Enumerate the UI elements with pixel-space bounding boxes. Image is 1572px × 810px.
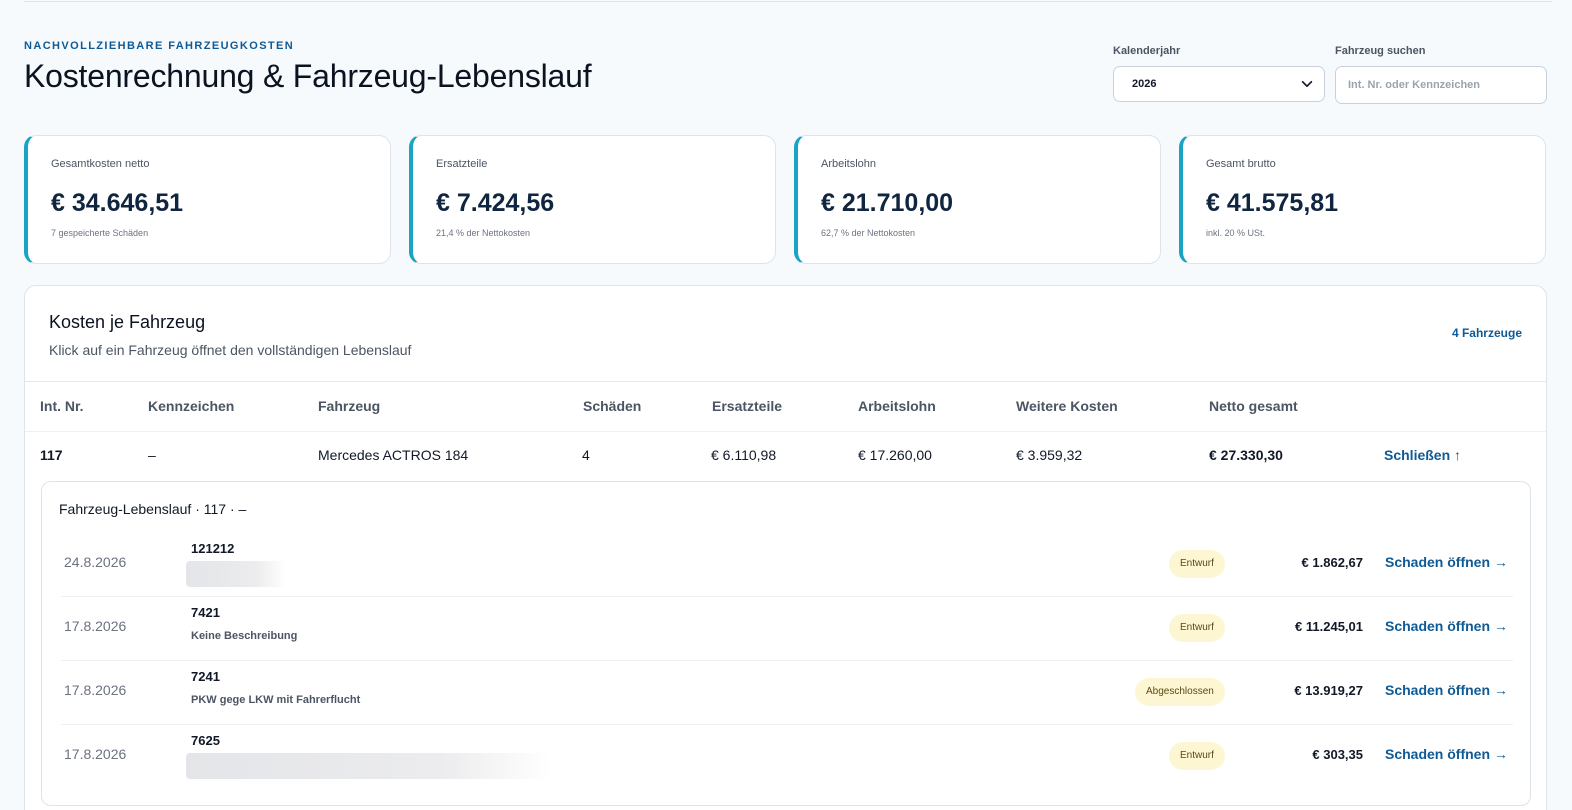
stat-card-parts: Ersatzteile € 7.424,56 21,4 % der Nettok… [409, 135, 776, 264]
entry-amount: € 303,35 [1312, 747, 1363, 762]
year-filter-label: Kalenderjahr [1113, 45, 1181, 57]
entry-date: 17.8.2026 [64, 682, 127, 698]
stat-label: Gesamt brutto [1206, 158, 1276, 170]
stat-card-gross-total: Gesamt brutto € 41.575,81 inkl. 20 % USt… [1179, 135, 1546, 264]
stat-label: Gesamtkosten netto [51, 158, 150, 170]
cell-ersatzteile: € 6.110,98 [711, 447, 777, 463]
panel-subtitle: Klick auf ein Fahrzeug öffnet den vollst… [49, 342, 412, 358]
stat-card-net-total: Gesamtkosten netto € 34.646,51 7 gespeic… [24, 135, 391, 264]
entry-amount: € 11.245,01 [1295, 619, 1363, 634]
stat-value: € 7.424,56 [436, 189, 555, 217]
page-title: Kostenrechnung & Fahrzeug-Lebenslauf [24, 58, 592, 94]
row-divider [25, 431, 1546, 432]
status-badge: Entwurf [1169, 742, 1225, 770]
close-lifecycle-button[interactable]: Schließen ↑ [1384, 447, 1461, 463]
column-header-weitere-kosten: Weitere Kosten [1016, 398, 1118, 414]
entry-date: 17.8.2026 [64, 618, 127, 634]
status-badge: Abgeschlossen [1135, 678, 1225, 706]
lifecycle-entry: 17.8.2026 7625 Entwurf € 303,35 Schaden … [61, 725, 1513, 789]
stat-label: Arbeitslohn [821, 158, 877, 170]
vehicle-count-badge: 4 Fahrzeuge [1451, 326, 1522, 340]
vehicle-search-label: Fahrzeug suchen [1335, 45, 1426, 57]
cell-int-nr: 117 [40, 447, 63, 463]
entry-description: PKW gege LKW mit Fahrerflucht [191, 694, 361, 706]
vehicle-search-filter: Fahrzeug suchen [1335, 45, 1547, 104]
stat-card-labor: Arbeitslohn € 21.710,00 62,7 % der Netto… [794, 135, 1161, 264]
lifecycle-title: Fahrzeug-Lebenslauf · 117 · – [59, 501, 247, 517]
column-header-int-nr: Int. Nr. [40, 398, 84, 414]
entry-date: 17.8.2026 [64, 746, 127, 762]
lifecycle-entry: 17.8.2026 7421 Keine Beschreibung Entwur… [61, 597, 1513, 661]
entry-number: 7241 [191, 669, 220, 684]
panel-title: Kosten je Fahrzeug [49, 312, 206, 332]
column-header-ersatzteile: Ersatzteile [712, 398, 783, 414]
stat-value: € 21.710,00 [821, 189, 954, 217]
table-header-divider [25, 381, 1546, 382]
stat-label: Ersatzteile [436, 158, 488, 170]
column-header-fahrzeug: Fahrzeug [318, 398, 381, 414]
year-filter: Kalenderjahr 2026 [1113, 45, 1325, 102]
stat-value: € 41.575,81 [1206, 189, 1339, 217]
entry-amount: € 1.862,67 [1301, 555, 1363, 570]
entry-date: 24.8.2026 [64, 554, 127, 570]
cell-kennzeichen: – [148, 447, 156, 463]
vehicle-search-input[interactable] [1335, 66, 1547, 104]
cell-schaeden: 4 [582, 447, 590, 463]
open-damage-button[interactable]: Schaden öffnen → [1385, 746, 1508, 762]
cell-fahrzeug: Mercedes ACTROS 184 [318, 447, 469, 463]
cell-netto-gesamt: € 27.330,30 [1209, 447, 1283, 463]
status-badge: Entwurf [1169, 614, 1225, 642]
entry-amount: € 13.919,27 [1294, 683, 1363, 698]
redacted-description [186, 753, 551, 779]
column-header-netto-gesamt: Netto gesamt [1209, 398, 1298, 414]
year-select-value: 2026 [1132, 78, 1157, 90]
open-damage-button[interactable]: Schaden öffnen → [1385, 554, 1508, 570]
entry-number: 7421 [191, 605, 220, 620]
column-header-arbeitslohn: Arbeitslohn [858, 398, 936, 414]
redacted-description [186, 561, 286, 587]
column-header-schaeden: Schäden [583, 398, 642, 414]
stat-value: € 34.646,51 [51, 189, 184, 217]
vehicle-costs-panel: Kosten je Fahrzeug Klick auf ein Fahrzeu… [24, 285, 1547, 810]
stat-subtext: 7 gespeicherte Schäden [51, 228, 149, 238]
entry-number: 7625 [191, 733, 220, 748]
stat-subtext: 21,4 % der Nettokosten [436, 228, 531, 238]
vehicle-lifecycle: Fahrzeug-Lebenslauf · 117 · – 24.8.2026 … [41, 481, 1531, 806]
stat-subtext: inkl. 20 % USt. [1206, 228, 1266, 238]
column-header-kennzeichen: Kennzeichen [148, 398, 235, 414]
open-damage-button[interactable]: Schaden öffnen → [1385, 618, 1508, 634]
status-badge: Entwurf [1169, 550, 1225, 578]
stat-subtext: 62,7 % der Nettokosten [821, 228, 916, 238]
lifecycle-entry: 17.8.2026 7241 PKW gege LKW mit Fahrerfl… [61, 661, 1513, 725]
page-eyebrow: NACHVOLLZIEHBARE FAHRZEUGKOSTEN [24, 40, 295, 52]
lifecycle-entry: 24.8.2026 121212 Entwurf € 1.862,67 Scha… [61, 533, 1513, 597]
cell-arbeitslohn: € 17.260,00 [858, 447, 932, 463]
top-divider [24, 1, 1552, 2]
entry-number: 121212 [191, 541, 235, 556]
open-damage-button[interactable]: Schaden öffnen → [1385, 682, 1508, 698]
entry-description: Keine Beschreibung [191, 630, 298, 642]
cell-weitere-kosten: € 3.959,32 [1016, 447, 1083, 463]
year-select[interactable]: 2026 [1113, 66, 1325, 102]
chevron-down-icon [1301, 80, 1313, 88]
